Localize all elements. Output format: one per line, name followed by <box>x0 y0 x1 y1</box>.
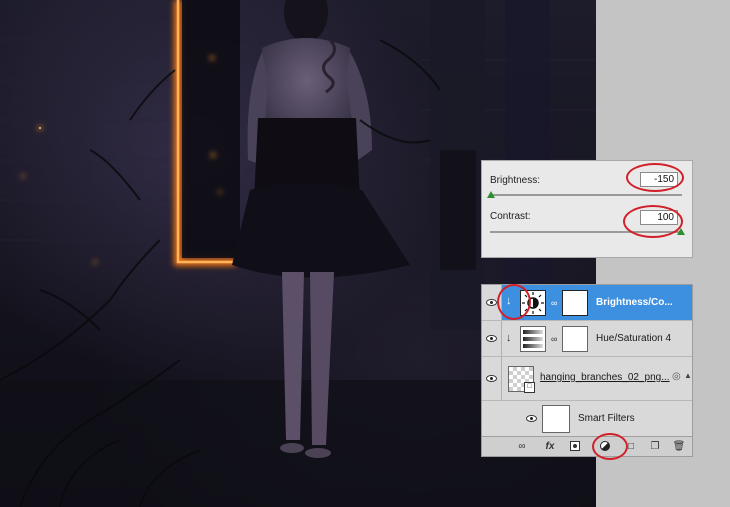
annotation-circle-clip-arrow <box>497 284 531 320</box>
add-mask-icon[interactable] <box>568 440 582 453</box>
layer-mask-thumbnail[interactable] <box>562 290 588 316</box>
layer-name[interactable]: Smart Filters <box>578 413 678 424</box>
fx-button[interactable]: fx <box>542 440 558 453</box>
layer-row-hue-saturation[interactable]: ↓ ∞ Hue/Saturation 4 <box>482 321 692 357</box>
eye-cell-spacer <box>482 401 502 437</box>
layers-panel-footer: ∞ fx □ ❐ 🗑 <box>482 436 692 456</box>
layer-name[interactable]: Brightness/Co... <box>596 297 690 308</box>
delete-layer-icon[interactable]: 🗑 <box>672 440 686 453</box>
link-layers-icon[interactable]: ∞ <box>514 440 530 453</box>
annotation-circle-contrast <box>623 205 683 238</box>
eye-icon <box>486 298 497 306</box>
glowing-doorway <box>174 0 240 266</box>
brightness-slider-thumb[interactable] <box>487 191 495 198</box>
visibility-toggle[interactable] <box>482 357 502 400</box>
layer-row-smart-filters[interactable]: Smart Filters <box>482 401 692 437</box>
hue-saturation-adjustment-icon <box>520 326 546 352</box>
annotation-circle-adjustment-button <box>592 433 628 460</box>
eye-icon <box>486 334 497 342</box>
visibility-toggle[interactable] <box>482 321 502 356</box>
mask-link-icon[interactable]: ∞ <box>551 298 557 308</box>
mask-link-icon[interactable]: ∞ <box>551 334 557 344</box>
eye-icon[interactable] <box>526 415 537 422</box>
layer-name[interactable]: Hue/Saturation 4 <box>596 333 690 344</box>
layer-mask-thumbnail[interactable] <box>562 326 588 352</box>
eye-icon <box>486 374 497 382</box>
layer-name[interactable]: hanging_branches_02_png... <box>540 372 670 383</box>
brightness-slider-track[interactable] <box>490 194 682 196</box>
smart-filter-indicator-icon[interactable]: ◎ <box>672 371 681 382</box>
smart-object-badge-icon: □ <box>524 382 535 393</box>
smart-object-thumbnail[interactable]: □ <box>508 366 535 393</box>
annotation-circle-brightness <box>626 163 684 192</box>
smart-filter-mask-thumbnail[interactable] <box>542 405 570 433</box>
brightness-label: Brightness: <box>490 175 541 186</box>
contrast-label: Contrast: <box>490 211 531 222</box>
layer-row-hanging-branches[interactable]: □ hanging_branches_02_png... ◎ ▲ <box>482 357 692 401</box>
expand-toggle-icon[interactable]: ▲ <box>684 371 692 380</box>
new-layer-icon[interactable]: ❐ <box>648 440 662 453</box>
clip-arrow-icon: ↓ <box>506 332 512 344</box>
